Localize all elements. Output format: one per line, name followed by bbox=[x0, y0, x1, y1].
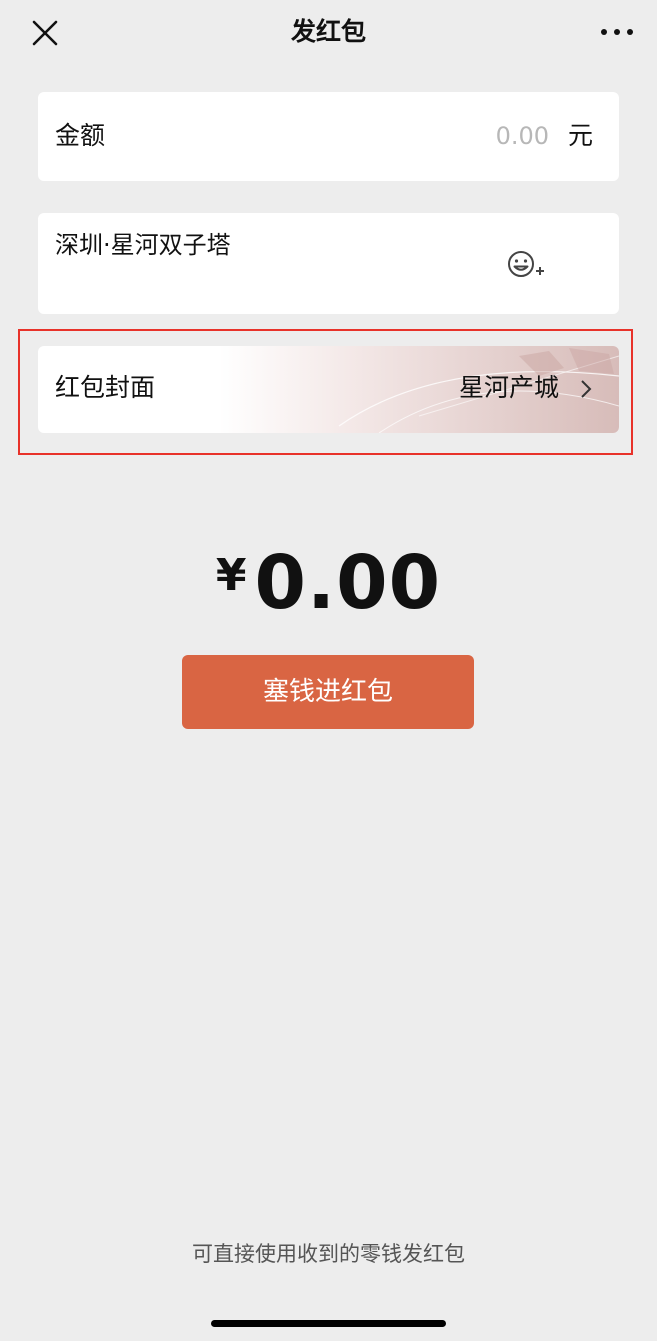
total-amount: ¥0.00 bbox=[0, 538, 657, 628]
submit-button[interactable]: 塞钱进红包 bbox=[182, 655, 474, 729]
cover-value: 星河产城 bbox=[458, 373, 559, 402]
message-input[interactable] bbox=[55, 227, 525, 263]
top-bar: 发红包 bbox=[0, 0, 657, 64]
total-value: 0.00 bbox=[254, 540, 442, 626]
cover-thumbnail-image bbox=[219, 346, 619, 433]
amount-unit: 元 bbox=[567, 121, 593, 150]
emoji-plus-icon[interactable] bbox=[503, 246, 547, 282]
currency-symbol: ¥ bbox=[215, 550, 247, 601]
cover-card[interactable]: 红包封面 星河产城 bbox=[38, 346, 619, 433]
cover-label: 红包封面 bbox=[55, 373, 156, 402]
home-indicator bbox=[211, 1320, 446, 1327]
amount-card: 金额 元 bbox=[38, 92, 619, 181]
more-dots-icon[interactable] bbox=[599, 26, 635, 38]
footer-hint: 可直接使用收到的零钱发红包 bbox=[192, 1242, 465, 1266]
amount-label: 金额 bbox=[55, 121, 106, 150]
chevron-right-icon bbox=[581, 380, 592, 398]
page-title: 发红包 bbox=[290, 17, 366, 46]
amount-input[interactable] bbox=[349, 118, 549, 154]
